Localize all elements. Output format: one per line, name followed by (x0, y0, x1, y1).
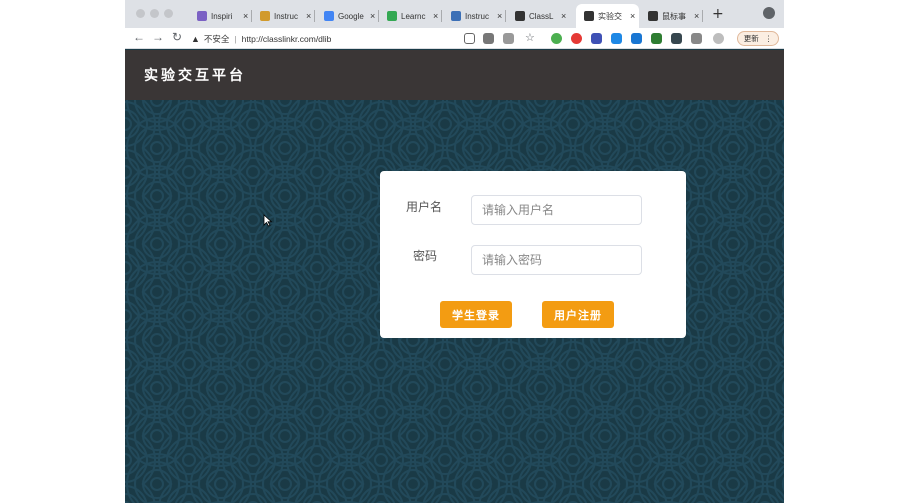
app-header: 实验交互平台 (125, 50, 784, 100)
evernote-extension-icon[interactable] (651, 33, 662, 44)
login-card: 用户名 密码 学生登录 用户注册 (380, 171, 686, 338)
puzzle-icon (387, 11, 397, 21)
browser-toolbar: ← → ↻ ▲ 不安全 | http://classlinkr.com/dlib… (125, 28, 784, 49)
close-window-icon[interactable] (136, 9, 145, 18)
translate-icon[interactable] (464, 33, 475, 44)
browser-menu-icon[interactable] (763, 7, 775, 19)
kebab-menu-icon: ⋮ (764, 34, 773, 43)
security-warning-label: 不安全 (203, 33, 230, 44)
reload-icon[interactable]: ↻ (172, 30, 182, 44)
back-arrow-icon[interactable]: ← (133, 30, 145, 44)
green-extension-icon[interactable] (551, 33, 562, 44)
forward-arrow-icon[interactable]: → (152, 30, 164, 44)
minimize-window-icon[interactable] (150, 9, 159, 18)
update-button-label: 更新 (743, 34, 759, 43)
bookmark-star-icon[interactable]: ☆ (525, 31, 535, 44)
tab-close-icon[interactable]: × (243, 11, 248, 21)
browser-tab[interactable]: 实验交 × (576, 4, 640, 28)
new-tab-button[interactable]: + (712, 6, 724, 22)
tab-close-icon[interactable]: × (370, 11, 375, 21)
register-button[interactable]: 用户注册 (542, 301, 614, 328)
tab-close-icon[interactable]: × (561, 11, 566, 21)
person-icon (260, 11, 270, 21)
mouse-cursor-icon (263, 214, 273, 227)
puzzle-extension-icon[interactable] (691, 33, 702, 44)
dark-extension-icon[interactable] (671, 33, 682, 44)
y-icon (197, 11, 207, 21)
globe-icon (515, 11, 525, 21)
app-title: 实验交互平台 (144, 68, 246, 84)
blue-extension-icon[interactable] (611, 33, 622, 44)
tab-title: Google (338, 11, 364, 21)
password-label: 密码 (413, 249, 438, 263)
maximize-window-icon[interactable] (164, 9, 173, 18)
browser-tab[interactable]: Google × (316, 4, 380, 28)
abp-extension-icon[interactable] (571, 33, 582, 44)
tab-title: Learnc (401, 11, 426, 21)
warning-icon: ▲ (191, 33, 200, 44)
tab-close-icon[interactable]: × (630, 11, 635, 21)
d-extension-icon[interactable] (631, 33, 642, 44)
url-text: http://classlinkr.com/dlib (241, 33, 332, 44)
globe-icon (648, 11, 658, 21)
globe-icon (584, 11, 594, 21)
browser-tab[interactable]: Inspiri × (189, 4, 253, 28)
building-icon (451, 11, 461, 21)
tab-close-icon[interactable]: × (433, 11, 438, 21)
tab-title: Instruc (465, 11, 490, 21)
tab-strip: Inspiri × Instruc × Google × Learnc × Instruc × Cl… (125, 0, 784, 28)
tab-title: 实验交 (598, 11, 622, 21)
profile-avatar-icon[interactable] (713, 33, 724, 44)
docs-icon (324, 11, 334, 21)
browser-tab[interactable]: Instruc × (443, 4, 507, 28)
tab-title: 鼠标事 (662, 11, 686, 21)
tab-title: Inspiri (211, 11, 233, 21)
update-button[interactable]: 更新 ⋮ (737, 31, 779, 46)
browser-tab[interactable]: 鼠标事 × (640, 4, 704, 28)
address-bar[interactable]: ▲ 不安全 | http://classlinkr.com/dlib (191, 30, 481, 47)
tab-close-icon[interactable]: × (306, 11, 311, 21)
password-input[interactable] (471, 245, 642, 275)
browser-tab[interactable]: Learnc × (379, 4, 443, 28)
browser-tab[interactable]: Instruc × (252, 4, 316, 28)
browser-tab[interactable]: ClassL × (507, 4, 570, 28)
username-input[interactable] (471, 195, 642, 225)
student-login-button[interactable]: 学生登录 (440, 301, 512, 328)
tab-close-icon[interactable]: × (497, 11, 502, 21)
username-label: 用户名 (406, 200, 443, 214)
tab-close-icon[interactable]: × (694, 11, 699, 21)
tab-title: ClassL (529, 11, 554, 21)
key-icon[interactable] (483, 33, 494, 44)
new-extension-icon[interactable] (591, 33, 602, 44)
tab-title: Instruc (274, 11, 299, 21)
extension-icon[interactable] (503, 33, 514, 44)
browser-window: Inspiri × Instruc × Google × Learnc × Instruc × Cl… (125, 0, 784, 503)
address-divider: | (234, 33, 237, 44)
